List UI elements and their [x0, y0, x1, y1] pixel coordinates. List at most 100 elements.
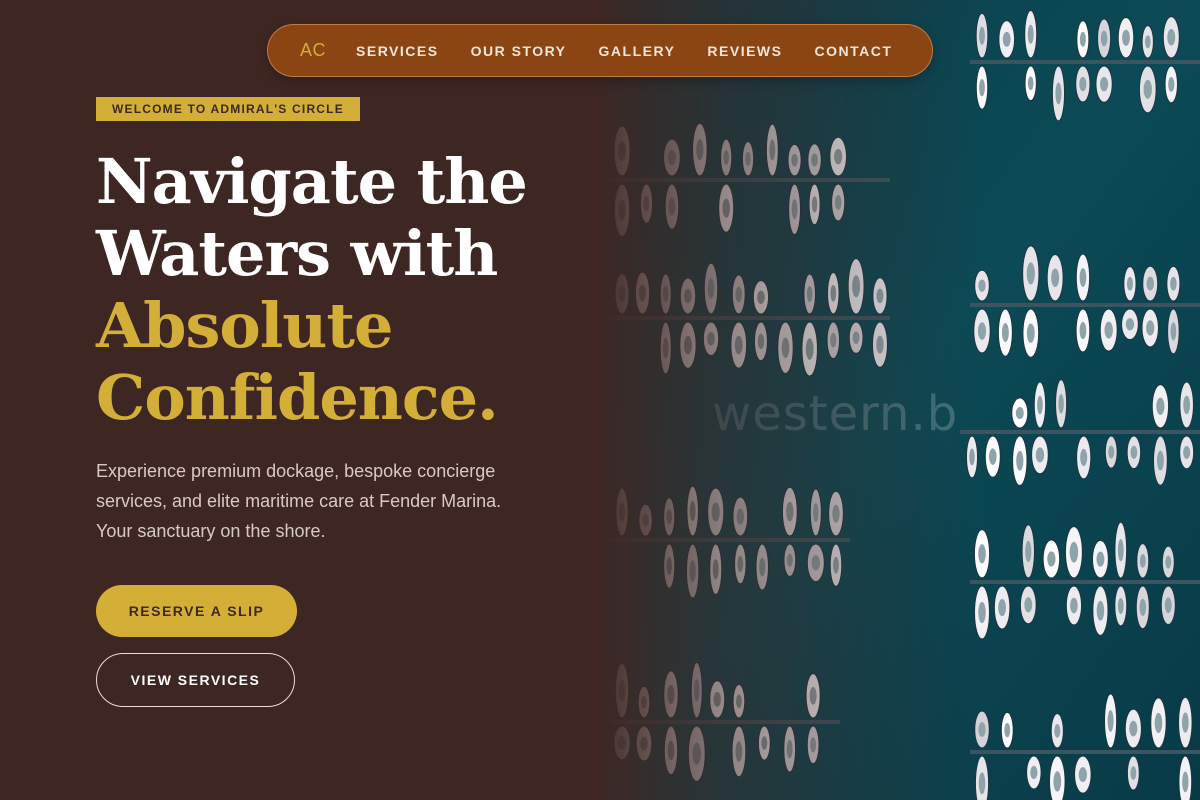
boat-cabin — [1164, 597, 1172, 613]
boat-cabin — [1055, 82, 1062, 105]
boat-cabin — [1001, 323, 1009, 343]
hero-headline: Navigate the Waters with Absolute Confid… — [96, 146, 596, 434]
boat-cabin — [745, 151, 751, 166]
boat-cabin — [668, 197, 676, 216]
view-services-button[interactable]: VIEW SERVICES — [96, 653, 295, 707]
boat-cabin — [781, 337, 790, 359]
boat-cabin — [806, 286, 813, 303]
boat-cabin — [759, 557, 766, 577]
boat-cabin — [811, 196, 818, 213]
boat-cabin — [1069, 541, 1079, 563]
boat-cabin — [735, 286, 742, 303]
boat-cabin — [662, 285, 669, 302]
boat-cabin — [1182, 771, 1189, 793]
boat-cabin — [1183, 445, 1191, 459]
hero-page: western.b AC SERVICES OUR STORY GALLERY … — [0, 0, 1200, 800]
nav-link-services[interactable]: SERVICES — [356, 43, 439, 59]
boat-cabin — [832, 504, 840, 523]
boat-cabin — [1181, 712, 1189, 733]
boat-cabin — [641, 695, 647, 709]
boat-cabin — [978, 722, 986, 737]
boat-cabin — [876, 335, 884, 354]
boat-cabin — [757, 290, 765, 304]
boat-cabin — [734, 335, 743, 355]
boat-cabin — [757, 333, 765, 350]
boat-cabin — [1129, 720, 1138, 737]
boat-cabin — [683, 335, 693, 355]
boat-cabin — [618, 199, 626, 221]
dock-walkway — [960, 430, 1200, 434]
boat-cabin — [998, 598, 1007, 617]
welcome-badge: WELCOME TO ADMIRAL'S CIRCLE — [96, 97, 360, 121]
boat-cabin — [689, 501, 696, 522]
dock-walkway — [970, 750, 1200, 754]
boat-cabin — [1027, 76, 1034, 91]
boat-cabin — [1026, 262, 1035, 285]
boat-cabin — [707, 278, 715, 299]
boat-cabin — [1156, 450, 1164, 471]
boat-cabin — [667, 685, 675, 704]
boat-cabin — [1070, 597, 1078, 614]
boat-cabin — [735, 694, 742, 708]
boat-cabin — [761, 736, 768, 750]
boat-cabin — [969, 448, 975, 466]
boat-cabin — [834, 195, 842, 210]
boat-cabin — [689, 560, 696, 582]
boat-cabin — [1104, 321, 1113, 339]
boat-cabin — [713, 691, 721, 707]
boat-cabin — [811, 153, 818, 167]
boat-cabin — [978, 601, 986, 624]
reserve-slip-button[interactable]: RESERVE A SLIP — [96, 585, 297, 637]
boat-cabin — [642, 513, 649, 527]
boat-cabin — [1053, 771, 1062, 792]
nav-link-our-story[interactable]: OUR STORY — [471, 43, 567, 59]
boat-cabin — [876, 288, 884, 304]
boat-cabin — [1126, 276, 1133, 291]
boat-cabin — [1035, 447, 1045, 463]
boat-cabin — [1015, 406, 1024, 419]
boat-cabin — [707, 332, 715, 346]
boat-cabin — [978, 544, 986, 564]
boat-cabin — [1170, 322, 1177, 341]
boat-cabin — [618, 502, 626, 522]
image-watermark: western.b — [712, 386, 959, 442]
nav-link-contact[interactable]: CONTACT — [814, 43, 892, 59]
boat-cabin — [1080, 448, 1088, 467]
boat-cabin — [722, 198, 730, 218]
boat-cabin — [696, 139, 704, 161]
boat-cabin — [1167, 29, 1176, 46]
boat-cabin — [684, 288, 692, 304]
boat-cabin — [813, 503, 819, 522]
boat-cabin — [830, 332, 837, 348]
nav-link-reviews[interactable]: REVIEWS — [707, 43, 782, 59]
marina-aerial-image: western.b — [600, 0, 1200, 800]
boat-cabin — [1047, 551, 1056, 567]
headline-line-3: Absolute — [96, 289, 393, 362]
nav-link-gallery[interactable]: GALLERY — [599, 43, 676, 59]
boat-cabin — [978, 772, 986, 795]
nav-logo[interactable]: AC — [300, 40, 326, 61]
boat-cabin — [989, 448, 997, 465]
boat-cabin — [692, 742, 701, 765]
boat-cabin — [834, 148, 843, 165]
boat-cabin — [667, 150, 677, 165]
boat-cabin — [1079, 76, 1087, 92]
boat-cabin — [852, 331, 860, 344]
boat-cabin — [1117, 597, 1124, 614]
dock-walkway — [970, 303, 1200, 307]
boat-cabin — [1108, 445, 1115, 459]
boat-cabin — [833, 556, 839, 574]
boat-cabin — [786, 553, 793, 567]
boat-cabin — [978, 279, 986, 292]
boat-cabin — [694, 679, 700, 702]
boat-cabin — [791, 199, 798, 220]
boat-cabin — [979, 26, 985, 45]
boat-cabin — [1079, 31, 1086, 47]
boat-cabin — [1024, 597, 1033, 613]
boat-cabin — [1096, 551, 1105, 567]
boat-cabin — [1079, 321, 1087, 340]
headline-line-2: Waters with — [96, 217, 498, 290]
boat-cabin — [723, 150, 729, 165]
boat-cabin — [1100, 30, 1108, 47]
boat-cabin — [1143, 80, 1152, 99]
